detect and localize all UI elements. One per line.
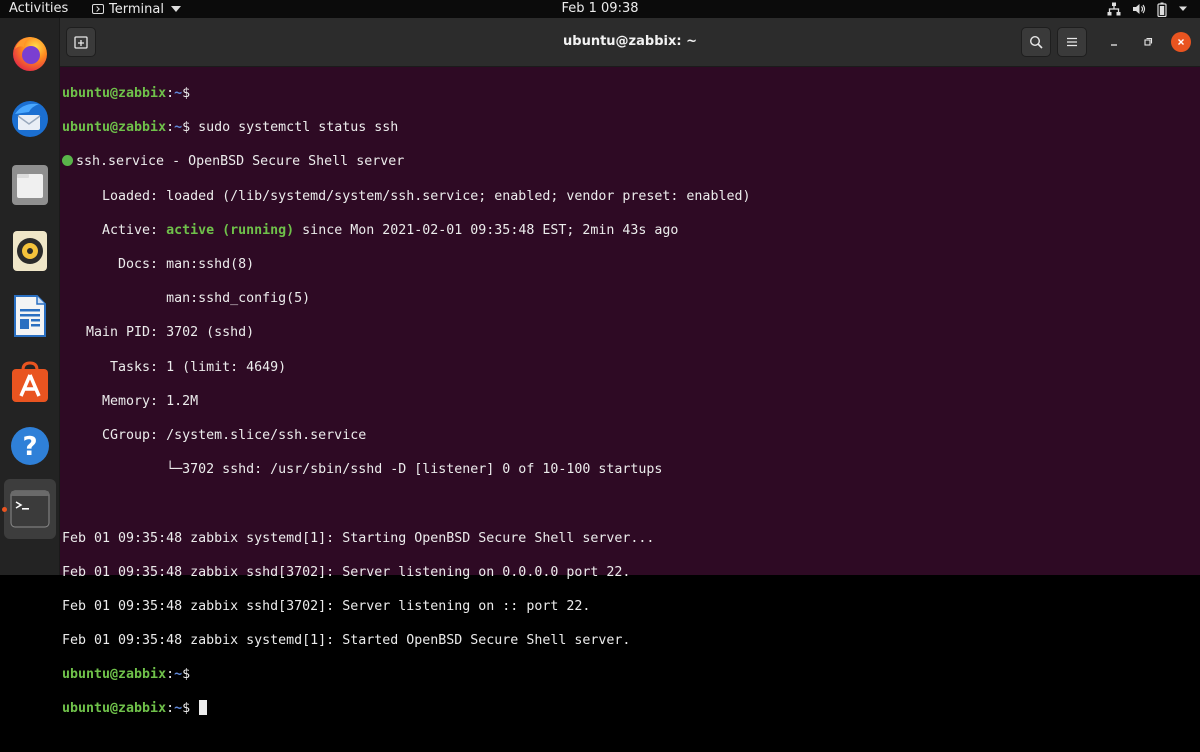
log-line: Feb 01 09:35:48 zabbix sshd[3702]: Serve…	[62, 598, 591, 614]
minimize-icon	[1111, 44, 1117, 46]
app-menu-terminal[interactable]: Terminal	[92, 0, 181, 18]
battery-icon[interactable]	[1157, 2, 1167, 17]
prompt-user: ubuntu@zabbix	[62, 667, 167, 683]
system-menu-chevron-icon[interactable]	[1178, 5, 1188, 13]
volume-icon[interactable]	[1132, 2, 1146, 16]
prompt-separator: :	[166, 667, 175, 683]
svg-text:?: ?	[22, 432, 37, 462]
prompt-line: ubuntu@zabbix:~$	[62, 700, 1200, 717]
prompt-symbol: $	[182, 701, 199, 717]
terminal-window[interactable]: ubuntu@zabbix: ~ ubuntu@zabbix:~$ ubuntu…	[60, 18, 1200, 716]
dock-item-firefox[interactable]	[9, 32, 51, 74]
terminal-output[interactable]: ubuntu@zabbix:~$ ubuntu@zabbix:~$ sudo s…	[62, 67, 1200, 716]
app-menu-label: Terminal	[109, 1, 164, 17]
prompt-path: ~	[174, 86, 183, 102]
dock-item-files[interactable]	[9, 164, 51, 206]
docs-line: Docs: man:sshd(8)	[62, 257, 255, 273]
prompt-symbol: $	[182, 86, 199, 102]
active-state: active (running)	[166, 222, 295, 238]
prompt-symbol: $	[182, 667, 199, 683]
prompt-line: ubuntu@zabbix:~$	[62, 666, 1200, 683]
close-icon	[1178, 39, 1184, 45]
dock-item-libreoffice-writer[interactable]	[9, 295, 51, 337]
docs-line: man:sshd_config(5)	[62, 291, 311, 307]
prompt-user: ubuntu@zabbix	[62, 120, 167, 136]
dock-item-help[interactable]: ?	[9, 425, 51, 467]
prompt-separator: :	[166, 701, 175, 717]
files-icon	[12, 165, 48, 205]
terminal-icon	[10, 490, 50, 528]
top-bar: Activities Terminal Feb 1 09:38	[0, 0, 1200, 18]
prompt-separator: :	[166, 86, 175, 102]
search-button[interactable]	[1021, 27, 1051, 57]
software-icon	[12, 361, 48, 402]
dock-item-thunderbird[interactable]	[9, 98, 51, 140]
service-line: ssh.service - OpenBSD Secure Shell serve…	[62, 153, 1200, 170]
prompt-symbol: $	[182, 120, 199, 136]
tasks-line: Tasks: 1 (limit: 4649)	[62, 359, 287, 375]
system-tray[interactable]	[1107, 0, 1188, 18]
prompt-path: ~	[174, 701, 183, 717]
firefox-icon	[13, 37, 47, 71]
command-text: sudo systemctl status ssh	[198, 120, 399, 136]
dropdown-arrow-icon	[170, 6, 181, 12]
headerbar[interactable]: ubuntu@zabbix: ~	[60, 18, 1200, 67]
close-button[interactable]	[1171, 32, 1191, 52]
writer-icon	[14, 295, 46, 337]
prompt-user: ubuntu@zabbix	[62, 701, 167, 717]
help-icon: ?	[11, 427, 49, 465]
active-label: Active:	[62, 222, 167, 238]
text-cursor	[199, 700, 208, 716]
prompt-path: ~	[174, 120, 183, 136]
prompt-user: ubuntu@zabbix	[62, 86, 167, 102]
main-pid-line: Main PID: 3702 (sshd)	[62, 325, 255, 341]
hamburger-menu-icon	[1067, 37, 1077, 47]
search-icon	[1029, 35, 1043, 49]
prompt-line: ubuntu@zabbix:~$ sudo systemctl status s…	[62, 119, 1200, 136]
prompt-path: ~	[174, 667, 183, 683]
activities-button[interactable]: Activities	[9, 0, 68, 18]
new-tab-icon	[74, 36, 88, 49]
running-indicator	[2, 507, 7, 512]
dock: ?	[0, 18, 60, 575]
new-tab-button[interactable]	[66, 27, 96, 57]
loaded-line: Loaded: loaded (/lib/systemd/system/ssh.…	[62, 188, 751, 204]
dock-item-terminal[interactable]	[4, 479, 56, 539]
network-icon[interactable]	[1107, 2, 1121, 16]
dock-item-ubuntu-software[interactable]	[9, 361, 51, 403]
prompt-separator: :	[166, 120, 175, 136]
service-title: ssh.service - OpenBSD Secure Shell serve…	[76, 154, 405, 170]
memory-line: Memory: 1.2M	[62, 393, 199, 409]
thunderbird-icon	[12, 101, 48, 137]
active-since: since Mon 2021-02-01 09:35:48 EST; 2min …	[294, 222, 679, 238]
rhythmbox-icon	[13, 231, 47, 271]
status-dot-icon	[62, 155, 73, 167]
terminal-small-icon	[92, 4, 104, 14]
prompt-line: ubuntu@zabbix:~$	[62, 85, 1200, 102]
active-line: Active: active (running) since Mon 2021-…	[62, 222, 1200, 239]
log-line: Feb 01 09:35:48 zabbix systemd[1]: Start…	[62, 633, 631, 649]
log-line: Feb 01 09:35:48 zabbix sshd[3702]: Serve…	[62, 564, 631, 580]
cgroup-child-line: └─3702 sshd: /usr/sbin/sshd -D [listener…	[62, 462, 663, 478]
dock-item-rhythmbox[interactable]	[9, 230, 51, 272]
menu-button[interactable]	[1057, 27, 1087, 57]
maximize-button[interactable]	[1138, 32, 1158, 52]
cgroup-line: CGroup: /system.slice/ssh.service	[62, 427, 367, 443]
log-line: Feb 01 09:35:48 zabbix systemd[1]: Start…	[62, 530, 655, 546]
maximize-icon	[1144, 37, 1153, 46]
minimize-button[interactable]	[1104, 32, 1124, 52]
